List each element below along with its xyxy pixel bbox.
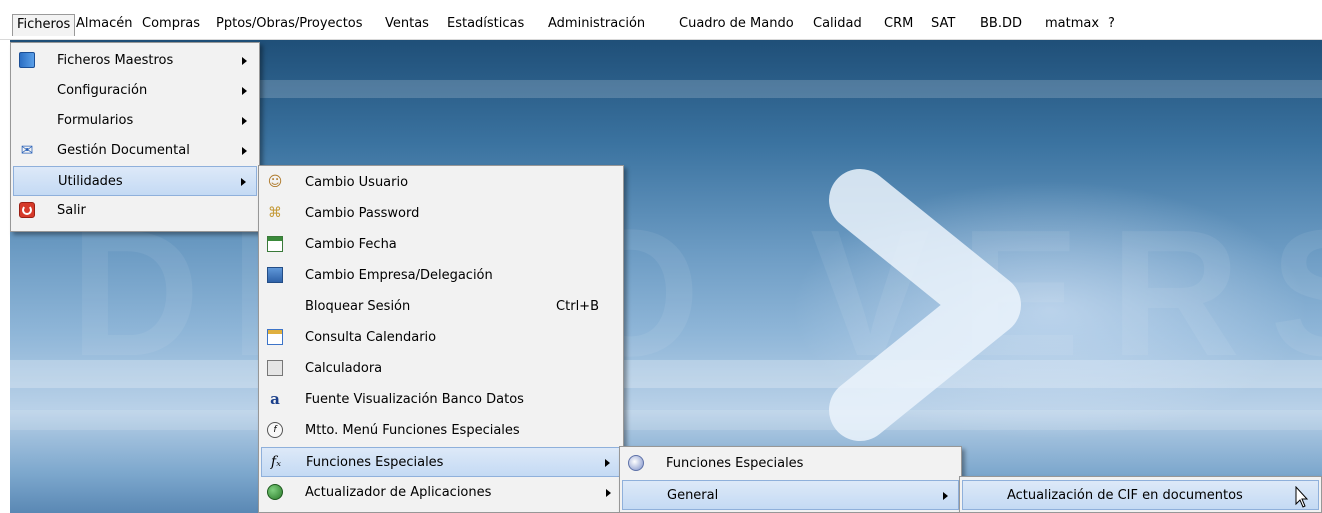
menu-item-label: Formularios bbox=[57, 113, 134, 128]
submenu-arrow-icon bbox=[242, 57, 247, 65]
disk-icon bbox=[628, 455, 644, 471]
shortcut-label: Ctrl+B bbox=[556, 299, 599, 314]
mouse-cursor-icon bbox=[1295, 486, 1309, 508]
menu-item-fuente-visualizacion[interactable]: a Fuente Visualización Banco Datos bbox=[261, 385, 621, 415]
menu-bbdd[interactable]: BB.DD bbox=[976, 14, 1026, 36]
menu-cuadro-de-mando[interactable]: Cuadro de Mando bbox=[675, 14, 798, 36]
calendar-icon bbox=[267, 236, 283, 252]
menu-item-ficheros-maestros[interactable]: Ficheros Maestros bbox=[13, 46, 257, 76]
menu-help[interactable]: ? bbox=[1104, 14, 1119, 36]
submenu-arrow-icon bbox=[605, 459, 610, 467]
menu-item-mtto-menu-funciones[interactable]: f Mtto. Menú Funciones Especiales bbox=[261, 416, 621, 446]
menu-item-funciones-especiales-sub[interactable]: Funciones Especiales bbox=[622, 449, 959, 479]
submenu-arrow-icon bbox=[606, 489, 611, 497]
document-management-icon: ✉ bbox=[20, 141, 34, 159]
ficheros-dropdown: Ficheros Maestros Configuración Formular… bbox=[10, 42, 260, 232]
submenu-arrow-icon bbox=[241, 178, 246, 186]
menu-item-label: General bbox=[667, 488, 719, 503]
menu-calidad[interactable]: Calidad bbox=[809, 14, 866, 36]
menu-bar: Ficheros Almacén Compras Pptos/Obras/Pro… bbox=[0, 0, 1322, 40]
fx-icon: fₓ bbox=[270, 454, 282, 470]
menu-item-label: Cambio Empresa/Delegación bbox=[305, 268, 493, 283]
calendar-view-icon bbox=[267, 329, 283, 345]
menu-item-label: Mtto. Menú Funciones Especiales bbox=[305, 423, 520, 438]
menu-item-cambio-usuario[interactable]: ☺ Cambio Usuario bbox=[261, 168, 621, 198]
funciones-especiales-submenu: Funciones Especiales General bbox=[619, 446, 962, 513]
menu-item-label: Configuración bbox=[57, 83, 148, 98]
menu-item-bloquear-sesion[interactable]: Bloquear Sesión Ctrl+B bbox=[261, 292, 621, 322]
menu-item-consulta-calendario[interactable]: Consulta Calendario bbox=[261, 323, 621, 353]
menu-item-label: Cambio Fecha bbox=[305, 237, 397, 252]
menu-item-salir[interactable]: Salir bbox=[13, 196, 257, 226]
menu-item-label: Fuente Visualización Banco Datos bbox=[305, 392, 524, 407]
book-icon bbox=[19, 52, 35, 68]
menu-item-configuracion[interactable]: Configuración bbox=[13, 76, 257, 106]
exit-icon bbox=[19, 202, 35, 218]
menu-item-label: Gestión Documental bbox=[57, 143, 190, 158]
globe-icon bbox=[267, 484, 283, 500]
menu-item-label: Bloquear Sesión bbox=[305, 299, 411, 314]
menu-item-label: Consulta Calendario bbox=[305, 330, 437, 345]
menu-item-cambio-password[interactable]: ⌘ Cambio Password bbox=[261, 199, 621, 229]
menu-pptos-obras-proyectos[interactable]: Pptos/Obras/Proyectos bbox=[212, 14, 367, 36]
menu-sat[interactable]: SAT bbox=[927, 14, 959, 36]
bank-icon bbox=[267, 267, 283, 283]
menu-compras[interactable]: Compras bbox=[138, 14, 204, 36]
menu-administracion[interactable]: Administración bbox=[544, 14, 649, 36]
menu-ficheros[interactable]: Ficheros bbox=[12, 14, 76, 36]
users-icon: ☺ bbox=[267, 174, 283, 190]
menu-item-actualizacion-cif[interactable]: Actualización de CIF en documentos bbox=[962, 480, 1319, 510]
submenu-arrow-icon bbox=[242, 87, 247, 95]
menu-item-label: Cambio Usuario bbox=[305, 175, 409, 190]
menu-item-label: Cambio Password bbox=[305, 206, 420, 221]
menu-item-label: Funciones Especiales bbox=[306, 455, 444, 470]
menu-item-calculadora[interactable]: Calculadora bbox=[261, 354, 621, 384]
key-icon: ⌘ bbox=[268, 205, 282, 221]
menu-item-label: Salir bbox=[57, 203, 86, 218]
menu-crm[interactable]: CRM bbox=[880, 14, 917, 36]
menu-item-cambio-empresa-delegacion[interactable]: Cambio Empresa/Delegación bbox=[261, 261, 621, 291]
menu-item-utilidades[interactable]: Utilidades bbox=[13, 166, 257, 196]
menu-item-label: Ficheros Maestros bbox=[57, 53, 174, 68]
function-settings-icon: f bbox=[267, 422, 283, 438]
menu-item-actualizador-aplicaciones[interactable]: Actualizador de Aplicaciones bbox=[261, 478, 621, 508]
menu-item-general[interactable]: General bbox=[622, 480, 959, 510]
menu-item-gestion-documental[interactable]: ✉ Gestión Documental bbox=[13, 136, 257, 166]
general-submenu: Actualización de CIF en documentos bbox=[959, 476, 1322, 513]
menu-item-label: Actualización de CIF en documentos bbox=[1007, 488, 1243, 503]
menu-item-label: Actualizador de Aplicaciones bbox=[305, 485, 492, 500]
menu-item-formularios[interactable]: Formularios bbox=[13, 106, 257, 136]
menu-item-label: Utilidades bbox=[58, 174, 123, 189]
utilidades-submenu: ☺ Cambio Usuario ⌘ Cambio Password Cambi… bbox=[258, 165, 624, 513]
font-icon: a bbox=[270, 390, 280, 408]
menu-almacen[interactable]: Almacén bbox=[72, 14, 137, 36]
submenu-arrow-icon bbox=[242, 117, 247, 125]
menu-item-label: Calculadora bbox=[305, 361, 383, 376]
menu-item-cambio-fecha[interactable]: Cambio Fecha bbox=[261, 230, 621, 260]
calculator-icon bbox=[267, 360, 283, 376]
menu-estadisticas[interactable]: Estadísticas bbox=[443, 14, 528, 36]
menu-matmax[interactable]: matmax bbox=[1041, 14, 1103, 36]
submenu-arrow-icon bbox=[943, 492, 948, 500]
menu-item-funciones-especiales[interactable]: fₓ Funciones Especiales bbox=[261, 447, 621, 477]
menu-ventas[interactable]: Ventas bbox=[381, 14, 433, 36]
menu-item-label: Funciones Especiales bbox=[666, 456, 804, 471]
submenu-arrow-icon bbox=[242, 147, 247, 155]
